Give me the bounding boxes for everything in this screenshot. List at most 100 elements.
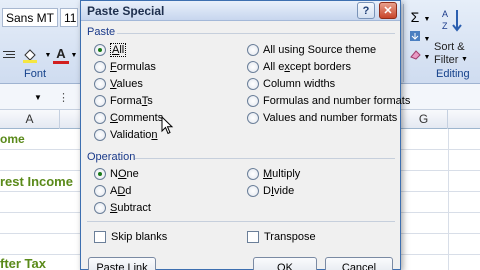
sort-filter-icon[interactable]: AZ [440, 6, 466, 34]
operation-section-label: Operation [87, 151, 136, 163]
operation-add-radio[interactable]: ADd [94, 184, 131, 198]
accelerator-key: n [151, 129, 158, 141]
autosum-dropdown-icon[interactable]: ▼ [423, 10, 431, 28]
operation-multiply-radio[interactable]: Multiply [247, 167, 300, 181]
radio-button[interactable] [94, 78, 106, 90]
radio-button[interactable] [94, 61, 106, 73]
paste-formulas-number-formats-radio[interactable]: Formulas and number formats [247, 94, 410, 108]
paste-all-source-theme-radio[interactable]: All using Source theme [247, 43, 376, 57]
column-header-a[interactable]: A [0, 110, 60, 129]
clear-dropdown-icon[interactable]: ▼ [423, 48, 431, 66]
ok-button[interactable]: OK [253, 257, 317, 270]
close-button[interactable]: ✕ [379, 2, 397, 19]
paste-column-widths-radio[interactable]: Column widths [247, 77, 335, 91]
help-button[interactable]: ? [357, 2, 375, 19]
radio-button[interactable] [94, 44, 106, 56]
option-label: DIvide [263, 185, 294, 197]
option-label: Subtract [110, 202, 151, 214]
option-label: Formulas [110, 61, 156, 73]
cell-text: rest Income [0, 174, 73, 189]
option-label: Transpose [264, 231, 316, 243]
radio-button[interactable] [247, 44, 259, 56]
option-label: Formulas and number formats [263, 95, 411, 107]
option-label: All except borders [263, 61, 351, 73]
paste-formulas-radio[interactable]: Formulas [94, 60, 156, 74]
paste-values-number-formats-radio[interactable]: Values and number formats [247, 111, 397, 125]
cell-text: ome [0, 132, 25, 146]
cell-text: fter Tax [0, 256, 46, 270]
label-rest: s [147, 95, 153, 107]
label-rest: alues [116, 78, 143, 90]
radio-button[interactable] [94, 112, 106, 124]
radio-button[interactable] [247, 185, 259, 197]
operation-divide-radio[interactable]: DIvide [247, 184, 294, 198]
label-rest: cept borders [289, 61, 352, 73]
operation-none-radio[interactable]: NOne [94, 167, 139, 181]
mouse-pointer-icon [161, 116, 174, 135]
label-rest: omments [117, 112, 164, 124]
paste-formats-radio[interactable]: FormaTs [94, 94, 153, 108]
help-icon: ? [362, 4, 370, 17]
section-divider [135, 158, 395, 159]
radio-button[interactable] [94, 95, 106, 107]
label-pre: Validatio [110, 129, 152, 141]
font-name-box[interactable]: Sans MT [2, 8, 58, 27]
radio-button[interactable] [94, 129, 106, 141]
radio-button[interactable] [247, 168, 259, 180]
accelerator-key: O [117, 168, 127, 180]
column-header-g[interactable]: G [400, 110, 448, 129]
radio-button[interactable] [94, 168, 106, 180]
skip-blanks-checkbox[interactable]: Skip blanks [94, 230, 167, 244]
fill-down-dropdown-icon[interactable]: ▼ [423, 30, 431, 48]
formula-bar-grip[interactable]: ⋮ [58, 91, 70, 104]
radio-button[interactable] [94, 202, 106, 214]
font-color-icon[interactable]: A [53, 44, 69, 62]
option-label: Values and number formats [263, 112, 398, 124]
checkbox[interactable] [247, 231, 259, 243]
option-label: All [110, 43, 127, 57]
option-label: FormaTs [110, 95, 153, 107]
paste-section-label: Paste [87, 26, 116, 38]
sort-filter-label-1[interactable]: Sort & [434, 41, 465, 53]
font-group-label: Font [24, 68, 47, 80]
checkbox[interactable] [94, 231, 106, 243]
font-color-dropdown-icon[interactable]: ▼ [70, 46, 78, 64]
radio-button[interactable] [94, 185, 106, 197]
fill-color-icon[interactable] [20, 46, 42, 64]
indent-icon[interactable] [2, 46, 16, 64]
radio-button[interactable] [247, 112, 259, 124]
sort-filter-label-2[interactable]: Filter [434, 54, 458, 66]
radio-button[interactable] [247, 61, 259, 73]
option-label: Comments [110, 112, 163, 124]
paste-comments-radio[interactable]: Comments [94, 111, 163, 125]
label-rest: ll [119, 44, 125, 56]
close-icon: ✕ [383, 5, 393, 17]
paste-values-radio[interactable]: Values [94, 77, 143, 91]
editing-group-label: Editing [436, 68, 470, 80]
option-label: NOne [110, 168, 139, 180]
name-box-dropdown-icon[interactable]: ▼ [34, 93, 42, 102]
transpose-checkbox[interactable]: Transpose [247, 230, 316, 244]
fill-down-icon[interactable] [408, 27, 422, 45]
dialog-titlebar[interactable]: Paste Special ? ✕ [81, 1, 400, 21]
svg-text:A: A [442, 9, 448, 19]
paste-link-button[interactable]: Paste Link [88, 257, 156, 270]
option-label: Values [110, 78, 143, 90]
clear-icon[interactable] [408, 45, 422, 63]
label-rest: ultiply [272, 168, 301, 180]
option-label: Validation [110, 129, 158, 141]
font-size-box[interactable]: 11 [60, 8, 78, 27]
option-label: Column widths [263, 78, 336, 90]
sort-filter-dropdown-icon[interactable]: ▼ [461, 56, 468, 63]
fill-dropdown-icon[interactable]: ▼ [44, 46, 52, 64]
paste-all-except-borders-radio[interactable]: All except borders [247, 60, 351, 74]
radio-button[interactable] [247, 95, 259, 107]
paste-validation-radio[interactable]: Validation [94, 128, 158, 142]
autosum-icon[interactable]: Σ [408, 8, 422, 26]
radio-button[interactable] [247, 78, 259, 90]
operation-subtract-radio[interactable]: Subtract [94, 201, 151, 215]
paste-all-radio[interactable]: All [94, 43, 127, 57]
cancel-button[interactable]: Cancel [325, 257, 393, 270]
font-color-glyph: A [56, 45, 66, 61]
label-pre: D [263, 185, 271, 197]
